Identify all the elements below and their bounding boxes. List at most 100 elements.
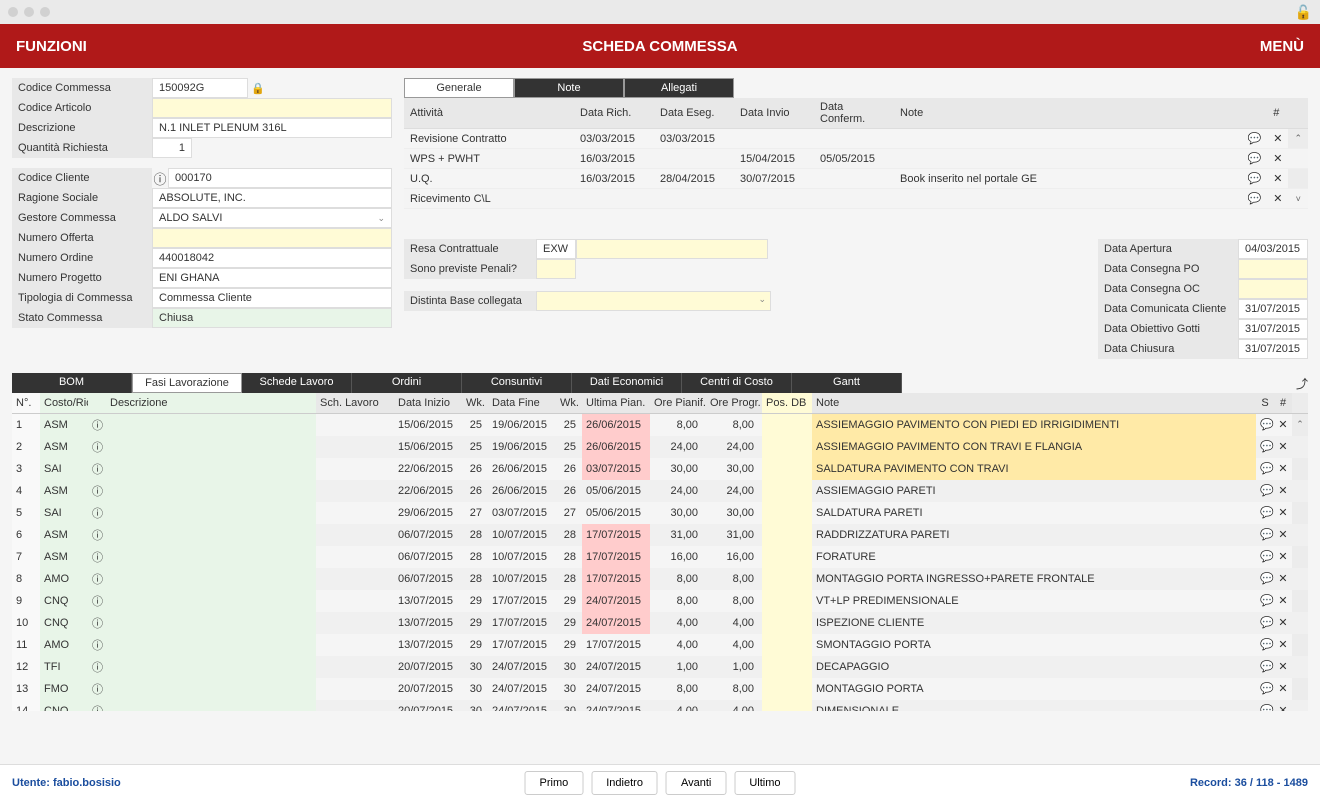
input-quantita[interactable]: 1 — [152, 138, 192, 158]
tab-ordini[interactable]: Ordini — [352, 373, 462, 393]
primo-button[interactable]: Primo — [525, 771, 584, 795]
comment-icon[interactable]: 💬 — [1256, 590, 1274, 612]
close-icon[interactable]: ✕ — [1274, 568, 1292, 590]
phase-row[interactable]: 4 ASM ⓘ 22/06/2015 26 26/06/2015 26 05/0… — [12, 480, 1308, 502]
tab-consuntivi[interactable]: Consuntivi — [462, 373, 572, 393]
phase-row[interactable]: 13 FMO ⓘ 20/07/2015 30 24/07/2015 30 24/… — [12, 678, 1308, 700]
input-codice-commessa[interactable]: 150092G — [152, 78, 248, 98]
comment-icon[interactable]: 💬 — [1256, 480, 1274, 502]
scroll-indicator[interactable] — [1292, 546, 1308, 568]
funzioni-button[interactable]: FUNZIONI — [16, 38, 87, 55]
input-tipologia[interactable]: Commessa Cliente — [152, 288, 392, 308]
scroll-indicator[interactable] — [1288, 149, 1308, 169]
lock-icon[interactable]: 🔒 — [248, 82, 268, 95]
info-icon[interactable]: ⓘ — [88, 590, 106, 612]
comment-icon[interactable]: 💬 — [1256, 678, 1274, 700]
unlock-icon[interactable]: 🔓 — [1295, 4, 1312, 21]
activity-row[interactable]: U.Q. 16/03/2015 28/04/2015 30/07/2015 Bo… — [404, 169, 1308, 189]
phase-row[interactable]: 8 AMO ⓘ 06/07/2015 28 10/07/2015 28 17/0… — [12, 568, 1308, 590]
close-icon[interactable]: ✕ — [1274, 678, 1292, 700]
comment-icon[interactable]: 💬 — [1242, 149, 1268, 169]
comment-icon[interactable]: 💬 — [1242, 169, 1268, 189]
info-icon[interactable]: ⓘ — [152, 169, 168, 188]
scroll-indicator[interactable] — [1292, 502, 1308, 524]
input-resa[interactable]: EXW — [536, 239, 576, 259]
scroll-indicator[interactable]: ˅ — [1288, 189, 1308, 209]
scroll-indicator[interactable] — [1292, 590, 1308, 612]
select-distinta[interactable]: ⌄ — [536, 291, 771, 311]
tab-note[interactable]: Note — [514, 78, 624, 98]
close-icon[interactable]: ✕ — [1274, 700, 1292, 712]
info-icon[interactable]: ⓘ — [88, 436, 106, 458]
close-icon[interactable]: ✕ — [1274, 436, 1292, 458]
info-icon[interactable]: ⓘ — [88, 458, 106, 480]
comment-icon[interactable]: 💬 — [1256, 612, 1274, 634]
tab-fasi[interactable]: Fasi Lavorazione — [132, 373, 242, 393]
input-data-obiettivo[interactable]: 31/07/2015 — [1238, 319, 1308, 339]
scroll-indicator[interactable]: ⌃ — [1292, 413, 1308, 436]
info-icon[interactable]: ⓘ — [88, 524, 106, 546]
phase-row[interactable]: 9 CNQ ⓘ 13/07/2015 29 17/07/2015 29 24/0… — [12, 590, 1308, 612]
close-icon[interactable]: ✕ — [1267, 169, 1288, 189]
phase-row[interactable]: 7 ASM ⓘ 06/07/2015 28 10/07/2015 28 17/0… — [12, 546, 1308, 568]
scroll-indicator[interactable] — [1292, 436, 1308, 458]
input-data-apertura[interactable]: 04/03/2015 — [1238, 239, 1308, 259]
scroll-indicator[interactable] — [1292, 700, 1308, 712]
close-icon[interactable]: ✕ — [1274, 612, 1292, 634]
phase-row[interactable]: 12 TFI ⓘ 20/07/2015 30 24/07/2015 30 24/… — [12, 656, 1308, 678]
info-icon[interactable]: ⓘ — [88, 700, 106, 712]
tab-generale[interactable]: Generale — [404, 78, 514, 98]
comment-icon[interactable]: 💬 — [1256, 458, 1274, 480]
scroll-indicator[interactable] — [1292, 524, 1308, 546]
tab-dati-economici[interactable]: Dati Economici — [572, 373, 682, 393]
phase-row[interactable]: 10 CNQ ⓘ 13/07/2015 29 17/07/2015 29 24/… — [12, 612, 1308, 634]
input-ragione-sociale[interactable]: ABSOLUTE, INC. — [152, 188, 392, 208]
comment-icon[interactable]: 💬 — [1256, 524, 1274, 546]
close-icon[interactable]: ✕ — [1274, 480, 1292, 502]
input-data-comunicata[interactable]: 31/07/2015 — [1238, 299, 1308, 319]
scroll-indicator[interactable]: ⌃ — [1288, 129, 1308, 149]
phase-row[interactable]: 11 AMO ⓘ 13/07/2015 29 17/07/2015 29 17/… — [12, 634, 1308, 656]
phase-row[interactable]: 6 ASM ⓘ 06/07/2015 28 10/07/2015 28 17/0… — [12, 524, 1308, 546]
input-data-consegna-oc[interactable] — [1238, 279, 1308, 299]
comment-icon[interactable]: 💬 — [1256, 546, 1274, 568]
info-icon[interactable]: ⓘ — [88, 612, 106, 634]
close-icon[interactable]: ✕ — [1274, 502, 1292, 524]
input-data-consegna-po[interactable] — [1238, 259, 1308, 279]
info-icon[interactable]: ⓘ — [88, 413, 106, 436]
info-icon[interactable]: ⓘ — [88, 502, 106, 524]
indietro-button[interactable]: Indietro — [591, 771, 658, 795]
scroll-indicator[interactable] — [1292, 656, 1308, 678]
activity-row[interactable]: Ricevimento C\L 💬 ✕ ˅ — [404, 189, 1308, 209]
scroll-indicator[interactable] — [1288, 169, 1308, 189]
input-resa-extra[interactable] — [576, 239, 768, 259]
comment-icon[interactable]: 💬 — [1242, 129, 1268, 149]
comment-icon[interactable]: 💬 — [1256, 700, 1274, 712]
tab-schede[interactable]: Schede Lavoro — [242, 373, 352, 393]
info-icon[interactable]: ⓘ — [88, 678, 106, 700]
comment-icon[interactable]: 💬 — [1242, 189, 1268, 209]
phase-row[interactable]: 3 SAI ⓘ 22/06/2015 26 26/06/2015 26 03/0… — [12, 458, 1308, 480]
comment-icon[interactable]: 💬 — [1256, 634, 1274, 656]
comment-icon[interactable]: 💬 — [1256, 436, 1274, 458]
scroll-indicator[interactable] — [1292, 678, 1308, 700]
input-numero-progetto[interactable]: ENI GHANA — [152, 268, 392, 288]
info-icon[interactable]: ⓘ — [88, 480, 106, 502]
info-icon[interactable]: ⓘ — [88, 546, 106, 568]
info-icon[interactable]: ⓘ — [88, 568, 106, 590]
comment-icon[interactable]: 💬 — [1256, 568, 1274, 590]
scroll-indicator[interactable] — [1292, 568, 1308, 590]
close-icon[interactable]: ✕ — [1274, 590, 1292, 612]
tab-bom[interactable]: BOM — [12, 373, 132, 393]
menu-button[interactable]: MENÙ — [1260, 38, 1304, 55]
activity-row[interactable]: WPS + PWHT 16/03/2015 15/04/2015 05/05/2… — [404, 149, 1308, 169]
phase-row[interactable]: 14 CNQ ⓘ 20/07/2015 30 24/07/2015 30 24/… — [12, 700, 1308, 712]
close-icon[interactable]: ✕ — [1274, 413, 1292, 436]
avanti-button[interactable]: Avanti — [666, 771, 726, 795]
input-codice-cliente[interactable]: 000170 — [168, 168, 392, 188]
scroll-indicator[interactable] — [1292, 480, 1308, 502]
input-numero-offerta[interactable] — [152, 228, 392, 248]
input-stato[interactable]: Chiusa — [152, 308, 392, 328]
input-penali[interactable] — [536, 259, 576, 279]
close-icon[interactable]: ✕ — [1274, 546, 1292, 568]
